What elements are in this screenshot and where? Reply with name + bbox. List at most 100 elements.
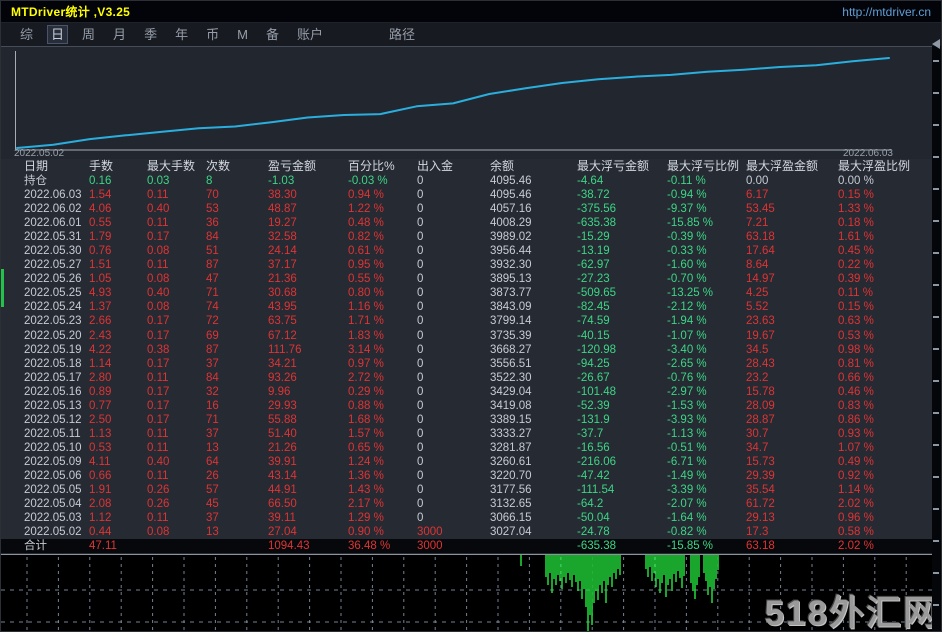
table-cell: 0 bbox=[417, 498, 424, 511]
table-cell: -2.97 % bbox=[667, 385, 707, 398]
table-cell: 1094.43 bbox=[268, 540, 310, 553]
table-cell: 21.36 bbox=[268, 273, 297, 286]
table-cell: 9.96 bbox=[268, 385, 291, 398]
table-cell: 34.21 bbox=[268, 357, 297, 370]
menu-item-currency[interactable]: 币 bbox=[203, 26, 222, 43]
table-row[interactable]: 2022.05.13 0.77 0.17 16 29.93 0.88 % 0 3419.08 -… bbox=[1, 399, 941, 413]
scrollbar-track[interactable] bbox=[932, 39, 941, 631]
table-cell: 0 bbox=[417, 329, 424, 342]
table-cell: 1.54 bbox=[89, 189, 112, 202]
table-cell: 0.66 bbox=[89, 469, 112, 482]
table-cell: -74.59 bbox=[577, 315, 610, 328]
table-cell: -3.93 % bbox=[667, 413, 707, 426]
table-row[interactable]: 2022.05.10 0.53 0.11 13 21.26 0.65 % 0 3281.87 -… bbox=[1, 441, 941, 455]
menu-item-week[interactable]: 周 bbox=[79, 26, 98, 43]
table-row[interactable]: 2022.05.26 1.05 0.08 47 21.36 0.55 % 0 3895.13 -… bbox=[1, 272, 941, 286]
menu-item-path[interactable]: 路径 bbox=[386, 26, 418, 43]
table-cell: -2.65 % bbox=[667, 357, 707, 370]
table-row[interactable]: 2022.05.03 1.12 0.11 37 39.11 1.29 % 0 3066.15 -… bbox=[1, 511, 941, 525]
menu-item-day[interactable]: 日 bbox=[47, 25, 69, 44]
table-cell: 28.09 bbox=[746, 399, 775, 412]
website-link[interactable]: http://mtdriver.cn bbox=[842, 5, 931, 19]
app-title: MTDriver统计 ,V3.25 bbox=[11, 5, 131, 19]
table-cell: 0 bbox=[417, 413, 424, 426]
table-cell: 0.40 bbox=[147, 203, 170, 216]
table-cell: 84 bbox=[206, 371, 219, 384]
table-row[interactable]: 2022.05.09 4.11 0.40 64 39.91 1.24 % 0 3260.61 -… bbox=[1, 455, 941, 469]
table-cell: 1.83 % bbox=[348, 329, 384, 342]
table-cell: -2.07 % bbox=[667, 498, 707, 511]
daily-stats-table: 日期 手数 最大手数 次数 盈亏金额 百分比% 出入金 余额 最大浮亏金额 最大浮亏比例 最大浮盈金… bbox=[1, 159, 941, 554]
chart-start-date-label: 2022.05.02 bbox=[14, 148, 65, 159]
table-cell: 26 bbox=[206, 469, 219, 482]
table-cell: 0.96 % bbox=[838, 512, 874, 525]
menu-item-zong[interactable]: 综 bbox=[17, 26, 36, 43]
table-cell: 3.14 % bbox=[348, 343, 384, 356]
table-row[interactable]: 2022.05.04 2.08 0.26 45 66.50 2.17 % 0 3132.65 -… bbox=[1, 497, 941, 511]
table-cell: 3735.39 bbox=[490, 329, 532, 342]
table-cell: 0 bbox=[417, 203, 424, 216]
table-row[interactable]: 2022.05.20 2.43 0.17 69 67.12 1.83 % 0 3735.39 -… bbox=[1, 329, 941, 343]
table-cell: -94.25 bbox=[577, 357, 610, 370]
table-cell: 0.95 % bbox=[348, 259, 384, 272]
menu-item-month[interactable]: 月 bbox=[110, 26, 129, 43]
table-cell: 47.11 bbox=[89, 540, 117, 553]
table-row[interactable]: 2022.05.18 1.14 0.17 37 34.21 0.97 % 0 3556.51 -… bbox=[1, 357, 941, 371]
table-cell: -131.9 bbox=[577, 413, 610, 426]
table-row[interactable]: 2022.05.12 2.50 0.17 71 55.88 1.68 % 0 3389.15 -… bbox=[1, 413, 941, 427]
table-header-row: 日期 手数 最大手数 次数 盈亏金额 百分比% 出入金 余额 最大浮亏金额 最大浮亏比例 最大浮盈金… bbox=[1, 159, 941, 174]
table-row[interactable]: 2022.06.01 0.55 0.11 36 19.27 0.48 % 0 4008.29 -… bbox=[1, 216, 941, 230]
table-cell: 1.68 % bbox=[348, 413, 384, 426]
table-row[interactable]: 持仓 0.16 0.03 8 -1.03 -0.03 % 0 4095.46 -4.64 -0.1… bbox=[1, 174, 941, 188]
menu-item-backup[interactable]: 备 bbox=[263, 26, 282, 43]
menu-item-year[interactable]: 年 bbox=[172, 26, 191, 43]
table-row[interactable]: 2022.06.02 4.06 0.40 53 48.87 1.22 % 0 4057.16 -… bbox=[1, 202, 941, 216]
table-cell: 0.77 bbox=[89, 399, 112, 412]
table-row[interactable]: 2022.05.25 4.93 0.40 71 30.68 0.80 % 0 3873.77 -… bbox=[1, 286, 941, 300]
table-cell: 39.91 bbox=[268, 455, 297, 468]
table-row[interactable]: 2022.05.31 1.79 0.17 84 32.58 0.82 % 0 3989.02 -… bbox=[1, 230, 941, 244]
table-cell: 1.43 % bbox=[348, 484, 384, 497]
table-cell: 0.17 bbox=[147, 315, 170, 328]
table-row[interactable]: 2022.05.30 0.76 0.08 51 24.14 0.61 % 0 3956.44 -… bbox=[1, 244, 941, 258]
table-cell: 1.12 bbox=[89, 512, 112, 525]
table-row[interactable]: 2022.05.05 1.91 0.26 57 44.91 1.43 % 0 3177.56 -… bbox=[1, 483, 941, 497]
table-cell: 0.40 bbox=[147, 287, 170, 300]
table-row[interactable]: 2022.05.24 1.37 0.08 74 43.95 1.16 % 0 3843.09 -… bbox=[1, 300, 941, 314]
selection-indicator bbox=[1, 269, 4, 307]
menu-item-m[interactable]: M bbox=[234, 26, 251, 43]
scroll-arrow-icon[interactable] bbox=[932, 39, 940, 49]
table-row[interactable]: 2022.05.19 4.22 0.38 87 111.76 3.14 % 0 3668.27… bbox=[1, 343, 941, 357]
table-row[interactable]: 2022.05.16 0.89 0.17 32 9.96 0.29 % 0 3429.04 -1… bbox=[1, 385, 941, 399]
table-cell: 0.17 bbox=[147, 231, 170, 244]
table-cell: 3389.15 bbox=[490, 413, 532, 426]
table-row[interactable]: 2022.05.06 0.66 0.11 26 43.14 1.36 % 0 3220.70 -… bbox=[1, 469, 941, 483]
table-cell: 0.11 bbox=[147, 371, 169, 384]
balance-line-chart: 2022.05.02 2022.06.03 bbox=[1, 46, 941, 159]
table-cell: 2022.06.01 bbox=[24, 217, 82, 230]
table-total-row[interactable]: 合计 47.11 1094.43 36.48 % 3000 -635.38 -15.85 %… bbox=[1, 539, 941, 554]
table-cell: 0.11 bbox=[147, 441, 169, 454]
table-cell: 15.78 bbox=[746, 385, 775, 398]
table-row[interactable]: 2022.06.03 1.54 0.11 70 38.30 0.94 % 0 4095.46 -… bbox=[1, 188, 941, 202]
menu-item-quarter[interactable]: 季 bbox=[141, 26, 160, 43]
table-cell: 0.00 % bbox=[838, 175, 874, 187]
table-cell: 0 bbox=[417, 273, 424, 286]
table-cell: -9.37 % bbox=[667, 203, 707, 216]
table-row[interactable]: 2022.05.17 2.80 0.11 84 93.26 2.72 % 0 3522.30 -… bbox=[1, 371, 941, 385]
table-row[interactable]: 2022.05.11 1.13 0.11 37 51.40 1.57 % 0 3333.27 -… bbox=[1, 427, 941, 441]
table-cell: 4.93 bbox=[89, 287, 112, 300]
table-cell: 84 bbox=[206, 231, 219, 244]
table-cell: 3333.27 bbox=[490, 427, 532, 440]
table-cell: 1.29 % bbox=[348, 512, 384, 525]
table-row[interactable]: 2022.05.02 0.44 0.08 13 27.04 0.90 % 3000 3027.… bbox=[1, 525, 941, 539]
menu-item-account[interactable]: 账户 bbox=[294, 26, 326, 43]
table-cell: 2022.05.11 bbox=[24, 427, 81, 440]
table-cell: 32.58 bbox=[268, 231, 297, 244]
table-row[interactable]: 2022.05.27 1.51 0.11 87 37.17 0.95 % 0 3932.30 -… bbox=[1, 258, 941, 272]
table-cell: 34.5 bbox=[746, 343, 769, 356]
table-cell: 0.26 bbox=[147, 498, 170, 511]
table-row[interactable]: 2022.05.23 2.66 0.17 72 63.75 1.71 % 0 3799.14 -… bbox=[1, 314, 941, 328]
table-cell: -13.19 bbox=[577, 245, 610, 258]
column-header: 次数 bbox=[206, 159, 231, 173]
